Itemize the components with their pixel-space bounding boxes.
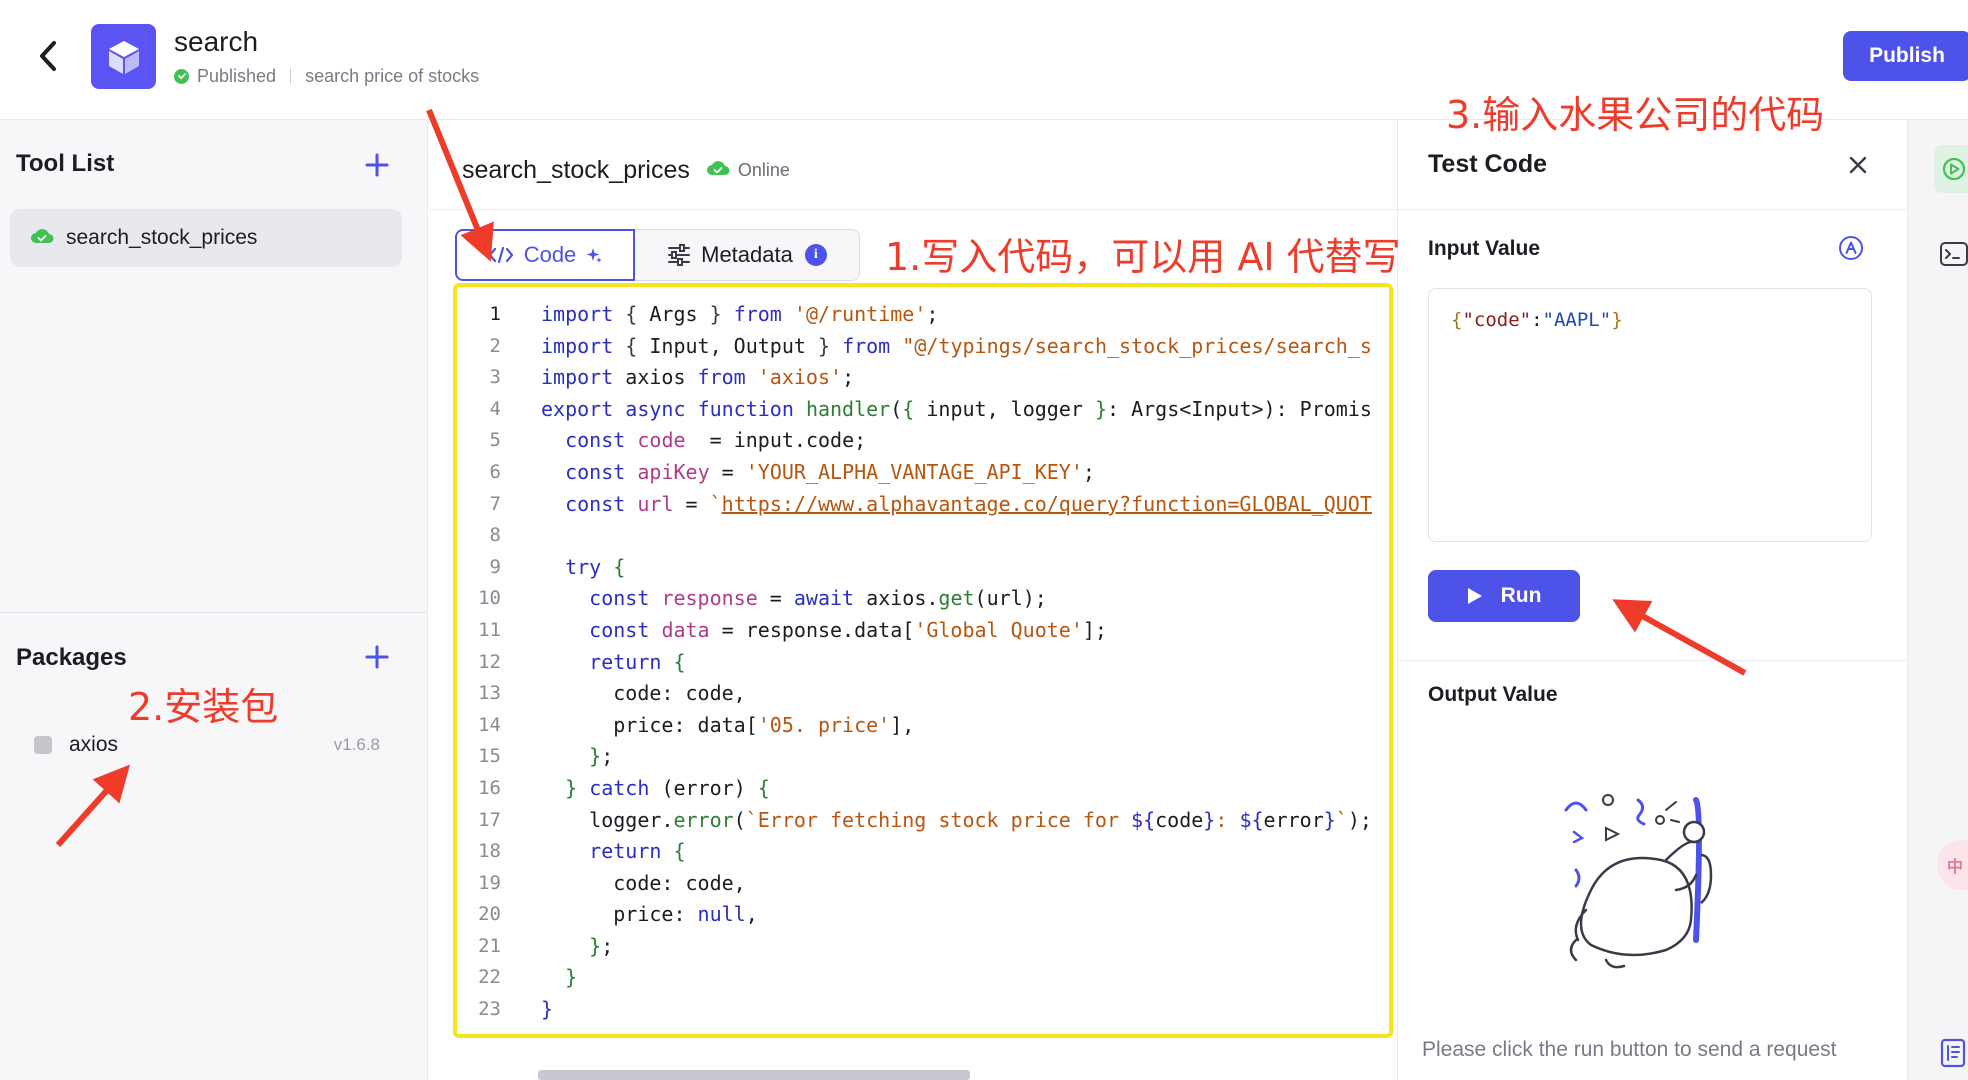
code-line: 2 import { Input, Output } from "@/typing… xyxy=(489,333,1372,358)
code-line: 12 return { xyxy=(478,649,686,674)
plus-icon xyxy=(365,153,389,177)
function-name: search_stock_prices xyxy=(462,155,690,184)
annotation-step1: 1.写入代码，可以用 AI 代替写 xyxy=(885,235,1401,279)
app-status-row: Published search price of stocks xyxy=(174,64,479,88)
app-description: search price of stocks xyxy=(305,65,480,86)
input-value-editor[interactable]: {"code":"AAPL"} xyxy=(1428,288,1872,542)
close-icon xyxy=(1849,156,1867,174)
app-logo xyxy=(91,24,156,89)
tab-code-label: Code xyxy=(523,242,577,267)
code-editor[interactable]: 1 import { Args } from '@/runtime'; 2 impo… xyxy=(453,283,1393,1038)
code-line: 20 price: null, xyxy=(478,902,758,927)
code-line: 8 xyxy=(489,524,501,547)
debug-icon xyxy=(1942,157,1966,181)
code-line: 23} xyxy=(478,997,554,1022)
plus-icon xyxy=(365,645,389,669)
code-line: 16 } catch (error) { xyxy=(478,775,770,800)
tool-list-item[interactable]: search_stock_prices xyxy=(10,209,402,267)
code-lines: 1 import { Args } from '@/runtime'; 2 impo… xyxy=(457,299,1389,1026)
published-check-icon xyxy=(174,68,189,84)
code-line: 17 logger.error(`Error fetching stock pr… xyxy=(478,807,1372,832)
code-line: 15 }; xyxy=(478,744,614,769)
run-button[interactable]: Run xyxy=(1428,570,1580,622)
code-line: 7 const url = `https://www.alphavantage.… xyxy=(489,491,1372,516)
left-panel: Tool List search_stock_prices Packages a… xyxy=(0,120,428,1080)
code-line: 18 return { xyxy=(478,839,686,864)
code-line: 13 code: code, xyxy=(478,681,746,706)
packages-title: Packages xyxy=(16,644,127,671)
cube-icon xyxy=(108,40,139,74)
run-hint: Please click the run button to send a re… xyxy=(1422,1038,1837,1061)
package-item[interactable]: axios v1.6.8 xyxy=(34,730,380,760)
test-panel-title: Test Code xyxy=(1428,150,1547,178)
horizontal-scrollbar[interactable] xyxy=(538,1070,970,1080)
add-package-button[interactable] xyxy=(362,642,392,672)
ai-badge-icon[interactable] xyxy=(1838,235,1864,261)
test-code-panel: Test Code Input Value {"code":"AAPL"} Ru… xyxy=(1397,120,1908,1080)
app-name: search xyxy=(174,26,259,57)
input-value-label: Input Value xyxy=(1428,237,1541,260)
side-toolbar xyxy=(1907,120,1968,1080)
panel-divider xyxy=(0,612,428,613)
annotation-step2: 2.安装包 xyxy=(128,685,279,729)
online-label: Online xyxy=(737,159,790,180)
tab-metadata-label: Metadata xyxy=(701,242,793,267)
panel-divider xyxy=(1398,209,1908,210)
panel-divider xyxy=(1398,660,1908,661)
close-button[interactable] xyxy=(1843,150,1873,180)
cloud-check-icon xyxy=(30,226,54,250)
online-status: Online xyxy=(706,160,790,181)
panel-divider xyxy=(429,209,1397,210)
tab-code[interactable]: Code xyxy=(455,229,635,281)
chevron-left-icon xyxy=(40,41,56,71)
code-line: 21 }; xyxy=(478,933,614,958)
code-line: 4 export async function handler({ input, … xyxy=(489,396,1372,421)
annotation-step3: 3.输入水果公司的代码 xyxy=(1446,93,1825,137)
code-line: 9 try { xyxy=(489,554,626,579)
tool-list-title: Tool List xyxy=(16,150,115,177)
cloud-check-icon xyxy=(706,160,730,181)
code-line: 10 const response = await axios.get(url)… xyxy=(478,586,1047,611)
run-label: Run xyxy=(1500,584,1542,607)
editor-tabs: Code Metadata i xyxy=(455,229,860,281)
code-line: 22 } xyxy=(478,965,578,990)
package-icon xyxy=(34,736,52,754)
tool-name: search_stock_prices xyxy=(66,226,258,249)
empty-state-illustration xyxy=(1564,794,1713,969)
doc-icon[interactable] xyxy=(1940,1038,1968,1068)
publish-status: Published xyxy=(197,65,277,86)
sliders-icon xyxy=(667,244,691,266)
code-line: 3 import axios from 'axios'; xyxy=(489,365,855,390)
play-icon xyxy=(1467,587,1483,605)
code-line: 6 const apiKey = 'YOUR_ALPHA_VANTAGE_API… xyxy=(489,459,1095,484)
code-line: 14 price: data['05. price'], xyxy=(478,712,915,737)
debug-button[interactable] xyxy=(1934,145,1968,193)
package-version: v1.6.8 xyxy=(333,735,380,754)
sparkle-icon xyxy=(586,247,603,263)
code-icon xyxy=(488,246,514,264)
info-icon: i xyxy=(804,244,827,266)
output-value-label: Output Value xyxy=(1428,683,1558,706)
code-line: 19 code: code, xyxy=(478,870,746,895)
package-name: axios xyxy=(69,733,119,756)
publish-button[interactable]: Publish xyxy=(1843,31,1968,81)
header-separator xyxy=(290,68,292,84)
code-line: 11 const data = response.data['Global Qu… xyxy=(478,617,1107,642)
tab-metadata[interactable]: Metadata i xyxy=(635,229,860,281)
function-title-row: search_stock_prices Online xyxy=(462,150,790,190)
back-button[interactable] xyxy=(30,34,66,78)
code-line: 1 import { Args } from '@/runtime'; xyxy=(489,302,939,326)
terminal-icon[interactable] xyxy=(1940,242,1968,266)
code-line: 5 const code = input.code; xyxy=(489,428,867,453)
add-tool-button[interactable] xyxy=(362,150,392,180)
